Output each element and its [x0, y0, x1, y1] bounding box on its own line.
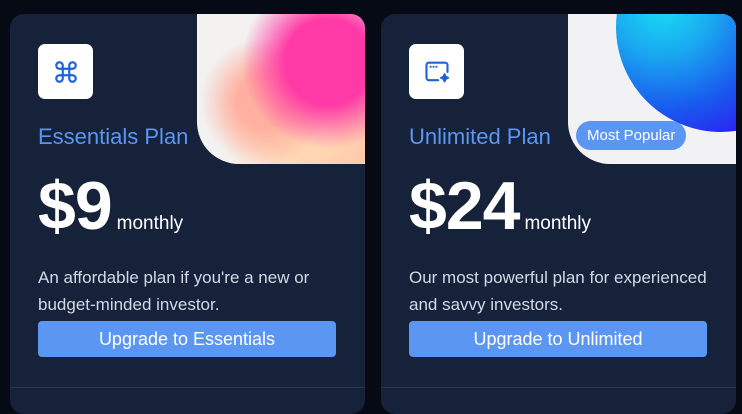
plan-description: Our most powerful plan for experienced a… — [409, 268, 707, 314]
plan-icon-container — [38, 44, 93, 99]
plan-price: $9 — [38, 168, 113, 244]
price-row: $24 monthly — [409, 170, 591, 242]
card-divider — [10, 387, 365, 388]
gradient-sphere — [616, 14, 736, 132]
most-popular-badge: Most Popular — [576, 121, 687, 150]
plan-title: Essentials Plan — [38, 124, 189, 149]
plan-price: $24 — [409, 168, 520, 244]
plan-card-essentials: Essentials Plan $9 monthly An affordable… — [10, 14, 365, 414]
sparkle-window-icon — [424, 61, 449, 82]
plan-description: An affordable plan if you're a new or bu… — [38, 268, 310, 314]
plan-icon-container — [409, 44, 464, 99]
billing-period: monthly — [116, 213, 184, 234]
upgrade-essentials-button[interactable]: Upgrade to Essentials — [38, 321, 336, 357]
billing-period: monthly — [524, 213, 591, 234]
plan-card-unlimited: Unlimited Plan Most Popular $24 monthly … — [381, 14, 736, 414]
command-key-icon — [54, 60, 77, 83]
decorative-flower-artwork — [197, 14, 365, 164]
plan-title: Unlimited Plan — [409, 124, 551, 149]
price-row: $9 monthly — [38, 170, 183, 242]
upgrade-unlimited-button[interactable]: Upgrade to Unlimited — [409, 321, 707, 357]
card-divider — [381, 387, 736, 388]
